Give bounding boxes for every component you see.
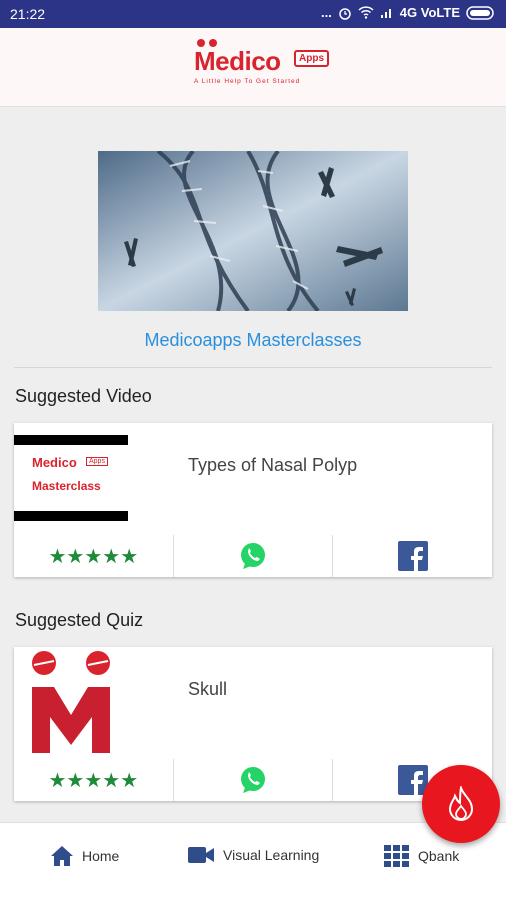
quiz-rating[interactable]: ★★★★★ [14, 759, 173, 801]
facebook-share-button[interactable] [332, 535, 492, 577]
nav-visual-learning[interactable]: Visual Learning [187, 845, 319, 865]
app-bar: Medico Apps A Little Help To Get Started [0, 28, 506, 107]
trending-fab-button[interactable] [422, 765, 500, 843]
medico-m-logo-icon [32, 651, 110, 753]
whatsapp-share-button[interactable] [172, 759, 333, 801]
nav-home[interactable]: Home [50, 845, 119, 867]
quiz-actions: ★★★★★ [14, 759, 492, 801]
logo-wordmark: Medico [194, 46, 281, 76]
status-time: 21:22 [10, 6, 46, 22]
logo-apps-badge: Apps [294, 50, 329, 67]
suggested-quiz-card[interactable]: Skull ★★★★★ [14, 647, 492, 801]
logo-tagline: A Little Help To Get Started [194, 78, 301, 85]
wifi-icon [358, 6, 374, 19]
suggested-quiz-heading: Suggested Quiz [15, 610, 144, 630]
suggested-video-card[interactable]: Medico Apps Masterclass Types of Nasal P… [14, 423, 492, 577]
quiz-title[interactable]: Skull [188, 679, 227, 700]
network-label: 4G VoLTE [399, 5, 460, 20]
thumbnail-medico-text: Medico [32, 455, 77, 470]
battery-icon [466, 5, 494, 20]
nav-qbank-label: Qbank [418, 848, 460, 864]
whatsapp-share-button[interactable] [172, 535, 333, 577]
star-rating: ★★★★★ [48, 769, 139, 792]
status-bar: 21:22 ... 4G VoLTE [0, 0, 506, 28]
home-content[interactable]: Medicoapps Masterclasses Suggested Video… [0, 107, 506, 822]
suggested-video-heading: Suggested Video [15, 386, 152, 406]
video-actions: ★★★★★ [14, 535, 492, 577]
nav-visual-learning-label: Visual Learning [223, 847, 320, 863]
dna-banner-image [98, 151, 408, 311]
bottom-navigation: Home Visual Learning Qbank [0, 822, 506, 901]
nav-qbank[interactable]: Qbank [384, 845, 459, 867]
medicoapps-logo: Medico Apps A Little Help To Get Started [190, 39, 340, 92]
video-thumbnail[interactable]: Medico Apps Masterclass [14, 435, 128, 521]
status-dots: ... [320, 5, 332, 20]
masterclasses-link[interactable]: Medicoapps Masterclasses [0, 330, 506, 351]
whatsapp-icon [241, 543, 265, 569]
quiz-thumbnail[interactable] [14, 647, 128, 757]
star-rating: ★★★★★ [48, 545, 139, 568]
status-icons: ... 4G VoLTE [321, 5, 496, 20]
home-icon [51, 846, 73, 866]
divider [14, 367, 492, 368]
video-camera-icon [188, 847, 214, 863]
thumbnail-apps-badge: Apps [86, 457, 108, 466]
masterclass-banner[interactable] [98, 151, 408, 311]
video-rating[interactable]: ★★★★★ [14, 535, 173, 577]
thumbnail-masterclass-text: Masterclass [32, 479, 101, 493]
nav-home-label: Home [82, 848, 120, 864]
whatsapp-icon [241, 767, 265, 793]
video-title[interactable]: Types of Nasal Polyp [188, 455, 357, 476]
facebook-icon [397, 541, 428, 571]
grid-icon [384, 845, 409, 867]
alarm-icon [339, 7, 351, 20]
signal-icon [380, 9, 391, 18]
flame-icon [448, 786, 474, 821]
